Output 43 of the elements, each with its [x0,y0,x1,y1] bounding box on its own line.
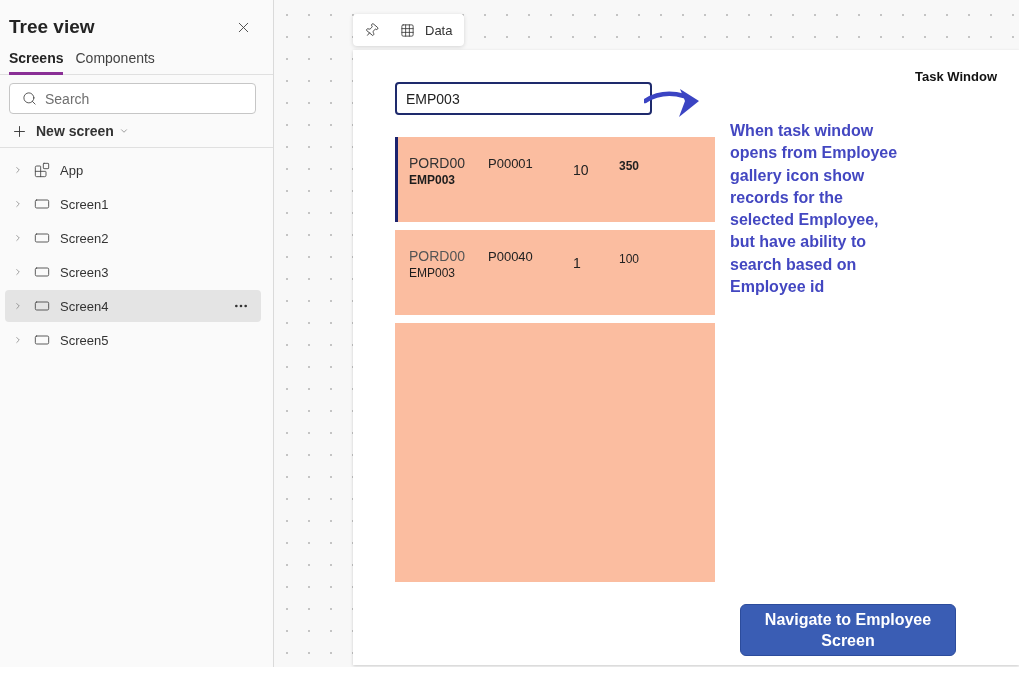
chevron-icon[interactable] [13,301,23,311]
chevron-icon[interactable] [13,165,23,175]
item-title: PORD00 [409,154,467,172]
search-input[interactable]: EMP003 [395,82,652,115]
chevron-icon[interactable] [13,233,23,243]
search-icon [22,91,37,106]
screen-rectangle-icon [34,264,50,280]
navigate-button[interactable]: Navigate to Employee Screen [740,604,956,656]
table-grid-icon [400,22,415,38]
tree-item[interactable]: Screen4 [5,290,261,322]
screen-title: Task Window [915,69,997,85]
item-title: PORD00 [409,247,467,265]
item-field: 350 [619,158,679,175]
annotation-text: When task window opens from Employee gallery icon show records for the selected Employee, but have ability to search based on Employee id [730,121,899,298]
tab[interactable]: Screens [9,46,64,75]
search-field[interactable]: Search [9,83,256,114]
tree-item[interactable]: Screen2 [5,222,261,254]
chevron-icon[interactable] [13,267,23,277]
screen-rectangle-icon [34,230,50,246]
screen-rectangle-icon [34,298,50,314]
data-button[interactable]: Data [400,22,453,38]
tree-item[interactable]: Screen1 [5,188,261,220]
app-blocks-icon [34,162,50,178]
item-field: P00040 [488,248,573,265]
screen-rectangle-icon [34,332,50,348]
panel-title: Tree view [9,15,95,39]
item-field: 100 [619,251,679,268]
item-field: 10 [573,162,619,179]
chevron-down-icon [118,126,129,136]
tree-item[interactable]: Screen5 [5,324,261,356]
tree-item[interactable]: Screen3 [5,256,261,288]
gallery-item[interactable]: PORD00 EMP003 P00001 10 350 [395,137,715,222]
chevron-icon[interactable] [13,335,23,345]
item-subtitle: EMP003 [409,172,457,188]
item-field: 1 [573,255,619,272]
gallery-item[interactable]: PORD00 EMP003 P00040 1 100 [395,230,715,315]
item-field: P00001 [488,155,573,172]
item-subtitle: EMP003 [409,265,457,281]
screen-rectangle-icon [34,196,50,212]
new-screen-button[interactable]: New screen [11,122,129,140]
chevron-icon[interactable] [13,199,23,209]
tab[interactable]: Components [75,46,155,75]
tree-item[interactable]: App [5,154,261,186]
